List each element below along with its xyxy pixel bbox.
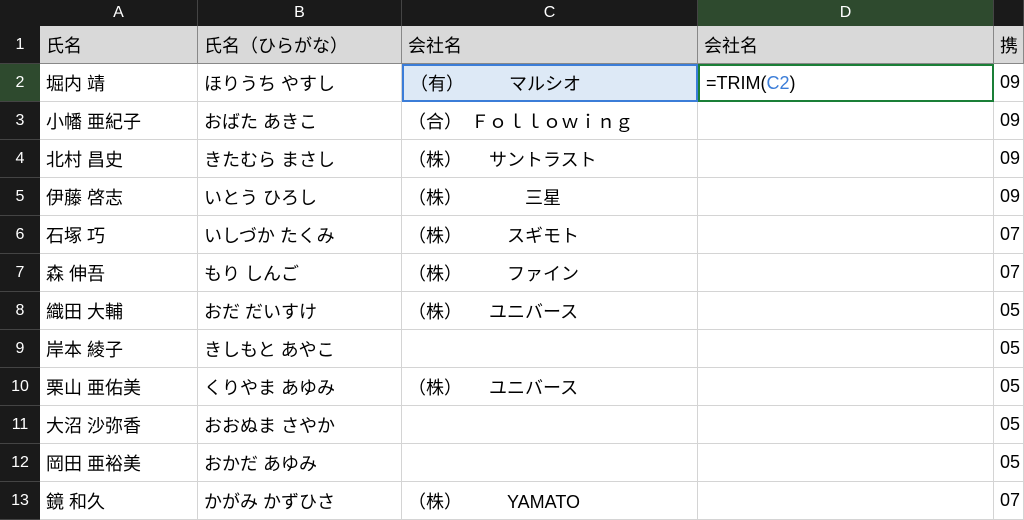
row-header-11[interactable]: 11 <box>0 406 40 444</box>
row-header-6[interactable]: 6 <box>0 216 40 254</box>
cell-A8[interactable]: 織田 大輔 <box>40 292 198 330</box>
cell-D9[interactable] <box>698 330 994 368</box>
cell-B4[interactable]: きたむら まさし <box>198 140 402 178</box>
row-header-2[interactable]: 2 <box>0 64 40 102</box>
cell-B6[interactable]: いしづか たくみ <box>198 216 402 254</box>
row-header-13[interactable]: 13 <box>0 482 40 520</box>
col-header-B[interactable]: B <box>198 0 402 26</box>
row-header-12[interactable]: 12 <box>0 444 40 482</box>
cell-D7[interactable] <box>698 254 994 292</box>
cell-E9[interactable]: 05 <box>994 330 1024 368</box>
cell-C8[interactable]: （株） ユニバース <box>402 292 698 330</box>
row-header-10[interactable]: 10 <box>0 368 40 406</box>
spreadsheet-grid[interactable]: A B C D 1 氏名 氏名（ひらがな） 会社名 会社名 携 2 堀内 靖 ほ… <box>0 0 1024 520</box>
cell-B12[interactable]: おかだ あゆみ <box>198 444 402 482</box>
row-header-3[interactable]: 3 <box>0 102 40 140</box>
row-header-1[interactable]: 1 <box>0 26 40 64</box>
cell-D5[interactable] <box>698 178 994 216</box>
header-cell-A1[interactable]: 氏名 <box>40 26 198 64</box>
cell-E10[interactable]: 05 <box>994 368 1024 406</box>
cell-D13[interactable] <box>698 482 994 520</box>
cell-E5[interactable]: 09 <box>994 178 1024 216</box>
cell-A5[interactable]: 伊藤 啓志 <box>40 178 198 216</box>
cell-E12[interactable]: 05 <box>994 444 1024 482</box>
cell-A13[interactable]: 鏡 和久 <box>40 482 198 520</box>
cell-E2[interactable]: 09 <box>994 64 1024 102</box>
col-header-E[interactable] <box>994 0 1024 26</box>
cell-C11[interactable] <box>402 406 698 444</box>
row-header-7[interactable]: 7 <box>0 254 40 292</box>
formula-prefix: =TRIM( <box>706 73 767 94</box>
cell-E6[interactable]: 07 <box>994 216 1024 254</box>
cell-E3[interactable]: 09 <box>994 102 1024 140</box>
cell-D8[interactable] <box>698 292 994 330</box>
cell-D12[interactable] <box>698 444 994 482</box>
cell-D11[interactable] <box>698 406 994 444</box>
cell-A9[interactable]: 岸本 綾子 <box>40 330 198 368</box>
header-cell-C1[interactable]: 会社名 <box>402 26 698 64</box>
cell-C12[interactable] <box>402 444 698 482</box>
row-header-4[interactable]: 4 <box>0 140 40 178</box>
cell-B13[interactable]: かがみ かずひさ <box>198 482 402 520</box>
cell-A6[interactable]: 石塚 巧 <box>40 216 198 254</box>
cell-D6[interactable] <box>698 216 994 254</box>
cell-A2[interactable]: 堀内 靖 <box>40 64 198 102</box>
cell-A11[interactable]: 大沼 沙弥香 <box>40 406 198 444</box>
cell-C13[interactable]: （株） YAMATO <box>402 482 698 520</box>
col-header-D[interactable]: D <box>698 0 994 26</box>
cell-A3[interactable]: 小幡 亜紀子 <box>40 102 198 140</box>
formula-suffix: ) <box>790 73 796 94</box>
cell-B8[interactable]: おだ だいすけ <box>198 292 402 330</box>
cell-E7[interactable]: 07 <box>994 254 1024 292</box>
cell-C4[interactable]: （株） サントラスト <box>402 140 698 178</box>
cell-D2-editing[interactable]: =TRIM(C2) <box>698 64 994 102</box>
header-cell-E1[interactable]: 携 <box>994 26 1024 64</box>
cell-B10[interactable]: くりやま あゆみ <box>198 368 402 406</box>
cell-C9[interactable] <box>402 330 698 368</box>
cell-B9[interactable]: きしもと あやこ <box>198 330 402 368</box>
cell-C5[interactable]: （株） 三星 <box>402 178 698 216</box>
cell-E4[interactable]: 09 <box>994 140 1024 178</box>
cell-C7[interactable]: （株） ファイン <box>402 254 698 292</box>
cell-E11[interactable]: 05 <box>994 406 1024 444</box>
cell-E13[interactable]: 07 <box>994 482 1024 520</box>
cell-B2[interactable]: ほりうち やすし <box>198 64 402 102</box>
cell-B7[interactable]: もり しんご <box>198 254 402 292</box>
cell-A10[interactable]: 栗山 亜佑美 <box>40 368 198 406</box>
cell-C2-referenced[interactable]: （有） マルシオ <box>402 64 698 102</box>
col-header-A[interactable]: A <box>40 0 198 26</box>
cell-E8[interactable]: 05 <box>994 292 1024 330</box>
cell-A12[interactable]: 岡田 亜裕美 <box>40 444 198 482</box>
header-cell-B1[interactable]: 氏名（ひらがな） <box>198 26 402 64</box>
formula-cell-ref: C2 <box>767 73 790 94</box>
row-header-5[interactable]: 5 <box>0 178 40 216</box>
cell-D3[interactable] <box>698 102 994 140</box>
col-header-C[interactable]: C <box>402 0 698 26</box>
cell-B5[interactable]: いとう ひろし <box>198 178 402 216</box>
cell-D4[interactable] <box>698 140 994 178</box>
cell-D10[interactable] <box>698 368 994 406</box>
row-header-9[interactable]: 9 <box>0 330 40 368</box>
cell-B3[interactable]: おばた あきこ <box>198 102 402 140</box>
cell-C3[interactable]: （合） Ｆｏｌｌｏｗｉｎｇ <box>402 102 698 140</box>
row-header-8[interactable]: 8 <box>0 292 40 330</box>
cell-C6[interactable]: （株） スギモト <box>402 216 698 254</box>
cell-C10[interactable]: （株） ユニバース <box>402 368 698 406</box>
cell-B11[interactable]: おおぬま さやか <box>198 406 402 444</box>
select-all-corner[interactable] <box>0 0 40 26</box>
cell-A4[interactable]: 北村 昌史 <box>40 140 198 178</box>
header-cell-D1[interactable]: 会社名 <box>698 26 994 64</box>
cell-A7[interactable]: 森 伸吾 <box>40 254 198 292</box>
